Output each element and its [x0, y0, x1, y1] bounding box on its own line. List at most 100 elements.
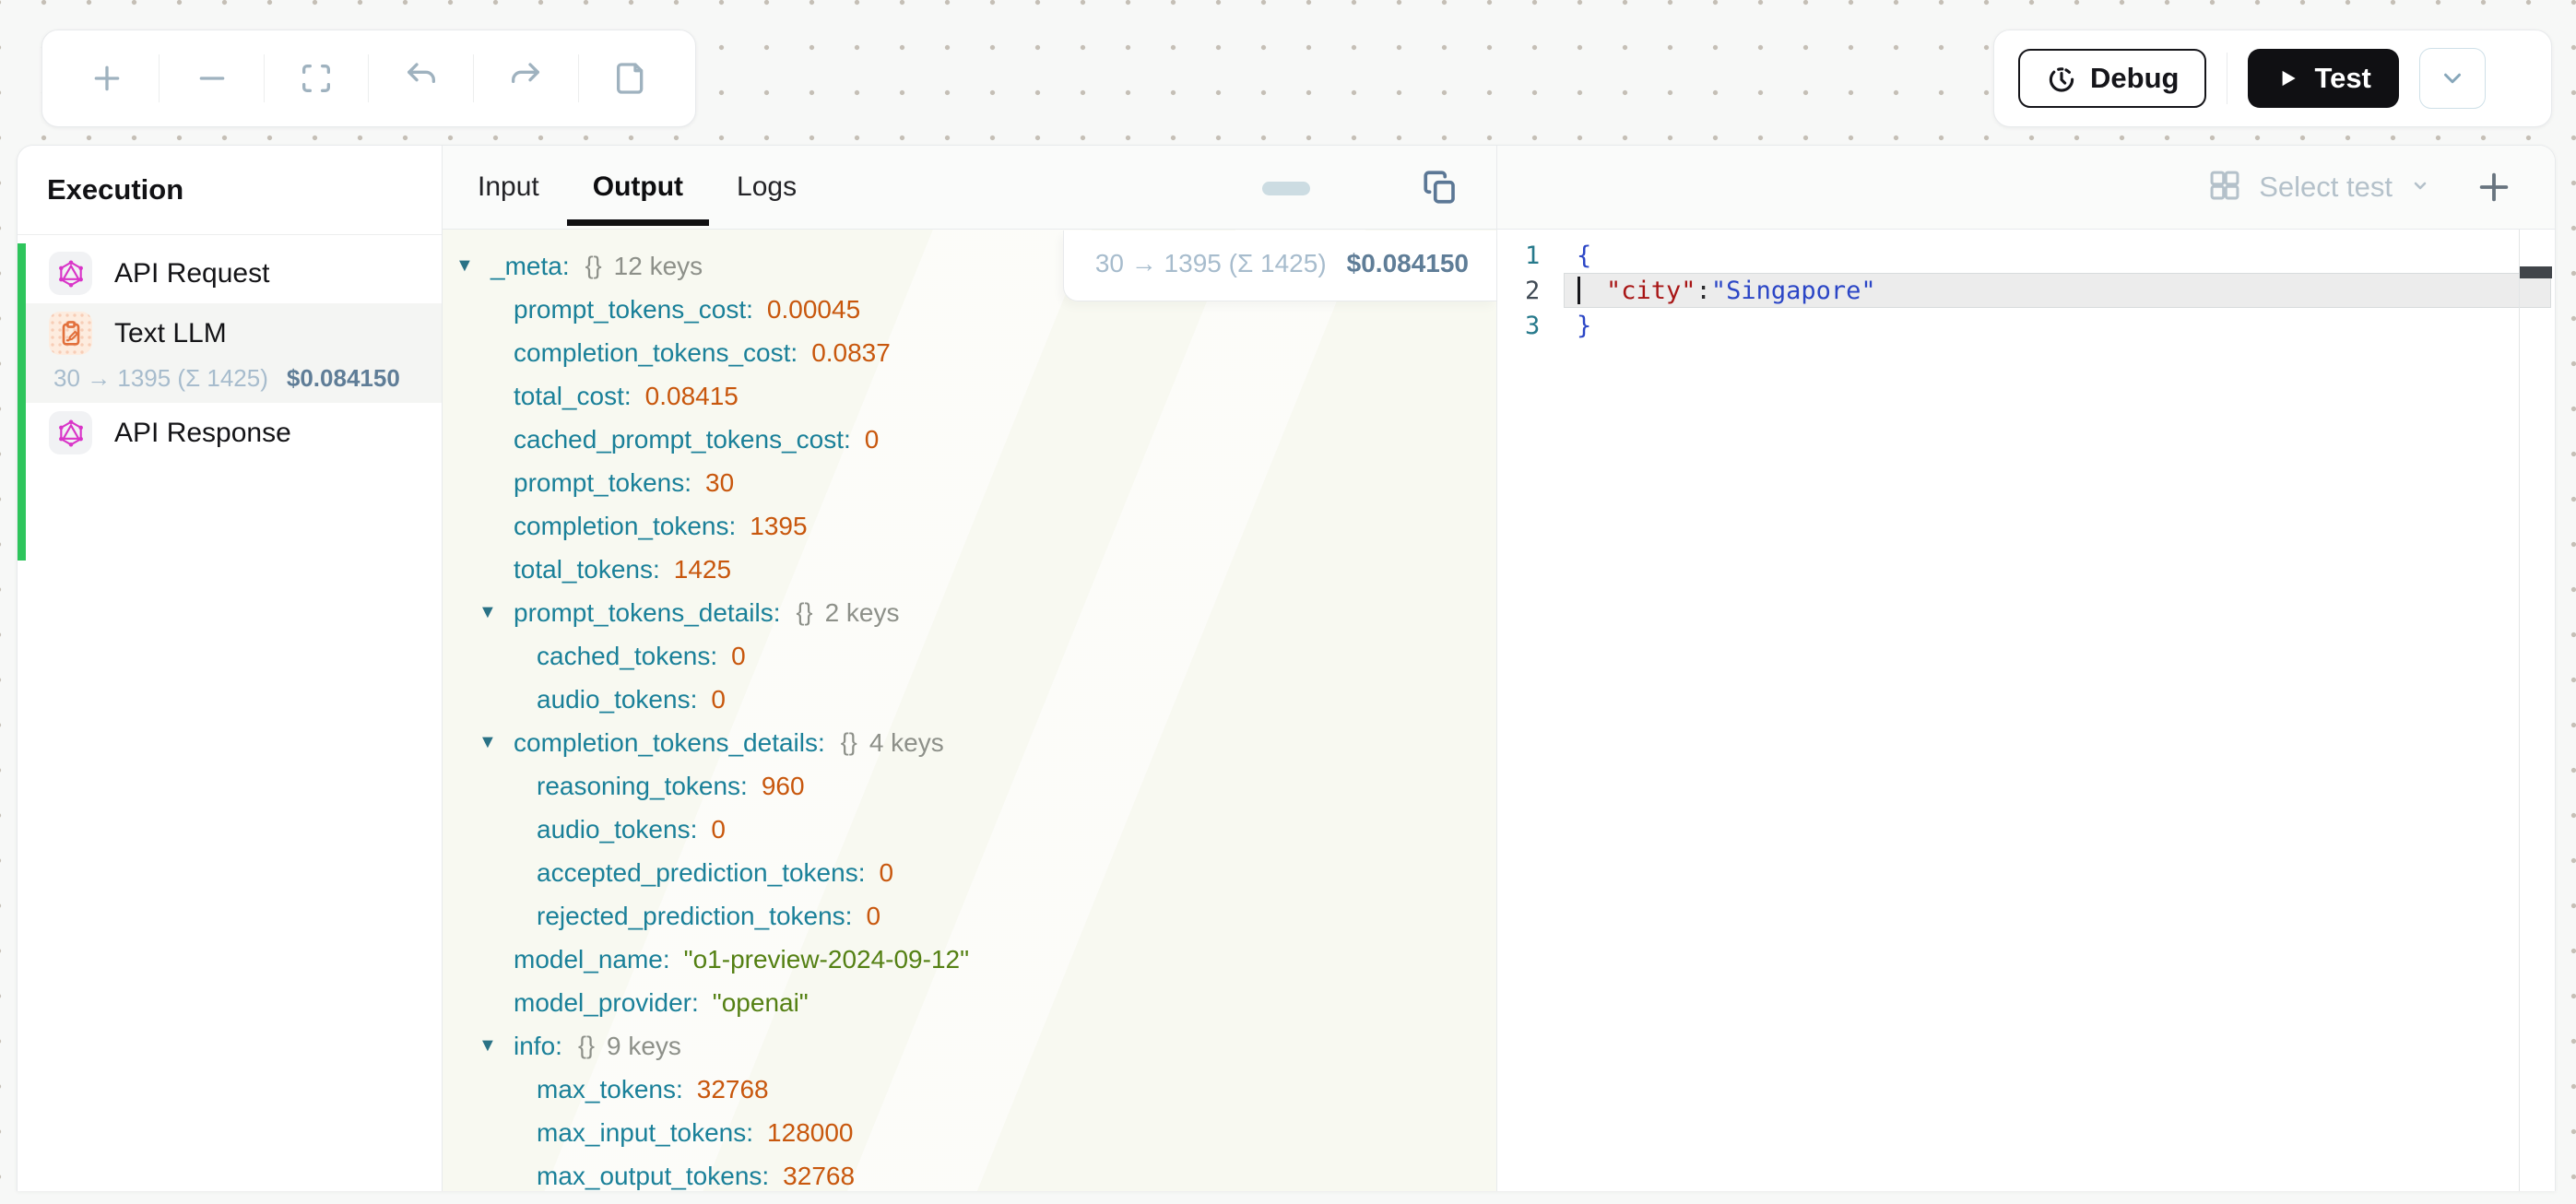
main-content-card: Execution: [17, 145, 2556, 1191]
collapse-arrow-icon[interactable]: ▼: [479, 602, 514, 623]
object-braces-icon: {}: [585, 252, 602, 280]
redo-button[interactable]: [485, 44, 566, 112]
json-key: "city": [1606, 277, 1696, 305]
tree-row[interactable]: prompt_tokens30: [455, 461, 1496, 504]
code-line[interactable]: 3 }: [1497, 308, 2555, 343]
execution-list: API Request Text LLM: [18, 235, 442, 463]
text-cursor: [1578, 277, 1580, 304]
test-panel: Select test 1 { 2 "city": "Singapore": [1497, 146, 2555, 1191]
execution-item-label: API Response: [114, 418, 291, 449]
graphql-icon: [49, 252, 92, 295]
canvas-toolbar: [41, 30, 696, 127]
summary-tokens: 30 → 1395 (Σ 1425): [1095, 249, 1327, 278]
test-button[interactable]: Test: [2248, 49, 2398, 108]
tree-row[interactable]: completion_tokens1395: [455, 504, 1496, 548]
tree-row[interactable]: max_output_tokens32768: [455, 1154, 1496, 1191]
plus-icon: [89, 60, 125, 97]
undo-icon: [403, 60, 440, 97]
object-braces-icon: {}: [841, 728, 857, 757]
execution-status-bar: [18, 243, 26, 561]
output-panel: Input Output Logs 30 → 1395 (Σ 1425) $0.…: [443, 146, 1496, 1191]
fit-view-icon: [298, 60, 335, 97]
tree-row[interactable]: model_name"o1-preview-2024-09-12": [455, 938, 1496, 981]
overview-ruler[interactable]: [2519, 230, 2520, 1191]
toolbar-divider: [578, 54, 579, 102]
clipboard-pencil-icon: [49, 312, 92, 355]
zoom-in-button[interactable]: [66, 44, 148, 112]
execution-item-label: API Request: [114, 258, 269, 289]
line-number: 2: [1497, 277, 1564, 305]
plus-icon: [2476, 169, 2512, 206]
chevron-down-icon: [2439, 65, 2466, 92]
execution-title: Execution: [18, 146, 442, 235]
test-label: Test: [2314, 62, 2370, 95]
overview-ruler-mark[interactable]: [2520, 266, 2552, 278]
tree-row[interactable]: ▼completion_tokens_details{}4 keys: [455, 721, 1496, 764]
toolbar-divider: [473, 54, 474, 102]
code-line[interactable]: 1 {: [1497, 238, 2555, 273]
tree-row[interactable]: accepted_prediction_tokens0: [455, 851, 1496, 894]
tree-row[interactable]: max_tokens32768: [455, 1068, 1496, 1111]
graphql-icon: [49, 411, 92, 454]
collapse-arrow-icon[interactable]: ▼: [479, 1035, 514, 1056]
execution-item-metrics: 30 → 1395 (Σ 1425) $0.084150: [49, 355, 425, 395]
line-number: 1: [1497, 242, 1564, 270]
output-tab-bar: Input Output Logs: [443, 146, 1496, 230]
test-grid-icon: [2207, 168, 2242, 207]
run-actions-toolbar: Debug Test: [1993, 30, 2552, 127]
tree-row[interactable]: max_input_tokens128000: [455, 1111, 1496, 1154]
stopwatch-icon: [2046, 63, 2077, 94]
json-value: "Singapore": [1711, 277, 1876, 305]
tree-row[interactable]: total_tokens1425: [455, 548, 1496, 591]
execution-item-api-request[interactable]: API Request: [18, 243, 442, 303]
tree-row[interactable]: audio_tokens0: [455, 678, 1496, 721]
token-count: 30 → 1395 (Σ 1425): [53, 364, 268, 393]
undo-button[interactable]: [381, 44, 462, 112]
zoom-out-button[interactable]: [171, 44, 253, 112]
object-braces-icon: {}: [797, 598, 813, 627]
add-note-button[interactable]: [590, 44, 671, 112]
tree-row[interactable]: model_provider"openai": [455, 981, 1496, 1024]
test-options-button[interactable]: [2419, 48, 2486, 109]
tree-row[interactable]: cached_tokens0: [455, 634, 1496, 678]
execution-item-text-llm[interactable]: Text LLM 30 → 1395 (Σ 1425) $0.084150: [18, 303, 442, 403]
execution-panel: Execution: [18, 146, 442, 1191]
execution-item-label: Text LLM: [114, 318, 227, 349]
usage-summary-badge: 30 → 1395 (Σ 1425) $0.084150: [1063, 230, 1496, 301]
fit-view-button[interactable]: [276, 44, 357, 112]
tab-logs[interactable]: Logs: [737, 171, 797, 203]
test-code-editor[interactable]: 1 { 2 "city": "Singapore" 3 }: [1497, 230, 2555, 1191]
add-test-button[interactable]: [2476, 169, 2512, 206]
cost-value: $0.084150: [287, 364, 400, 393]
copy-icon: [1421, 168, 1459, 207]
tree-row[interactable]: total_cost0.08415: [455, 374, 1496, 418]
test-panel-header: Select test: [1497, 146, 2555, 230]
debug-button[interactable]: Debug: [2018, 49, 2206, 108]
debug-label: Debug: [2090, 62, 2179, 95]
play-icon: [2275, 66, 2299, 90]
tree-row[interactable]: rejected_prediction_tokens0: [455, 894, 1496, 938]
tab-output[interactable]: Output: [593, 171, 683, 203]
redo-icon: [507, 60, 544, 97]
toolbar-divider: [159, 54, 160, 102]
tree-row[interactable]: ▼info{}9 keys: [455, 1024, 1496, 1068]
tree-row[interactable]: audio_tokens0: [455, 808, 1496, 851]
select-test-dropdown[interactable]: Select test: [2259, 171, 2393, 204]
code-line-active[interactable]: 2 "city": "Singapore": [1497, 273, 2555, 308]
collapse-arrow-icon[interactable]: ▼: [479, 732, 514, 753]
minus-icon: [194, 60, 230, 97]
copy-output-button[interactable]: [1421, 168, 1459, 207]
tree-row[interactable]: ▼prompt_tokens_details{}2 keys: [455, 591, 1496, 634]
object-braces-icon: {}: [578, 1032, 595, 1060]
tree-row[interactable]: cached_prompt_tokens_cost0: [455, 418, 1496, 461]
summary-cost: $0.084150: [1347, 249, 1469, 278]
chevron-down-icon[interactable]: [2409, 174, 2431, 201]
toolbar-divider: [264, 54, 265, 102]
note-icon: [612, 60, 649, 97]
tree-row[interactable]: reasoning_tokens960: [455, 764, 1496, 808]
execution-item-api-response[interactable]: API Response: [18, 403, 442, 463]
panel-drag-handle[interactable]: [1262, 182, 1310, 195]
collapse-arrow-icon[interactable]: ▼: [455, 255, 490, 277]
tab-input[interactable]: Input: [478, 171, 539, 203]
tree-row[interactable]: completion_tokens_cost0.0837: [455, 331, 1496, 374]
